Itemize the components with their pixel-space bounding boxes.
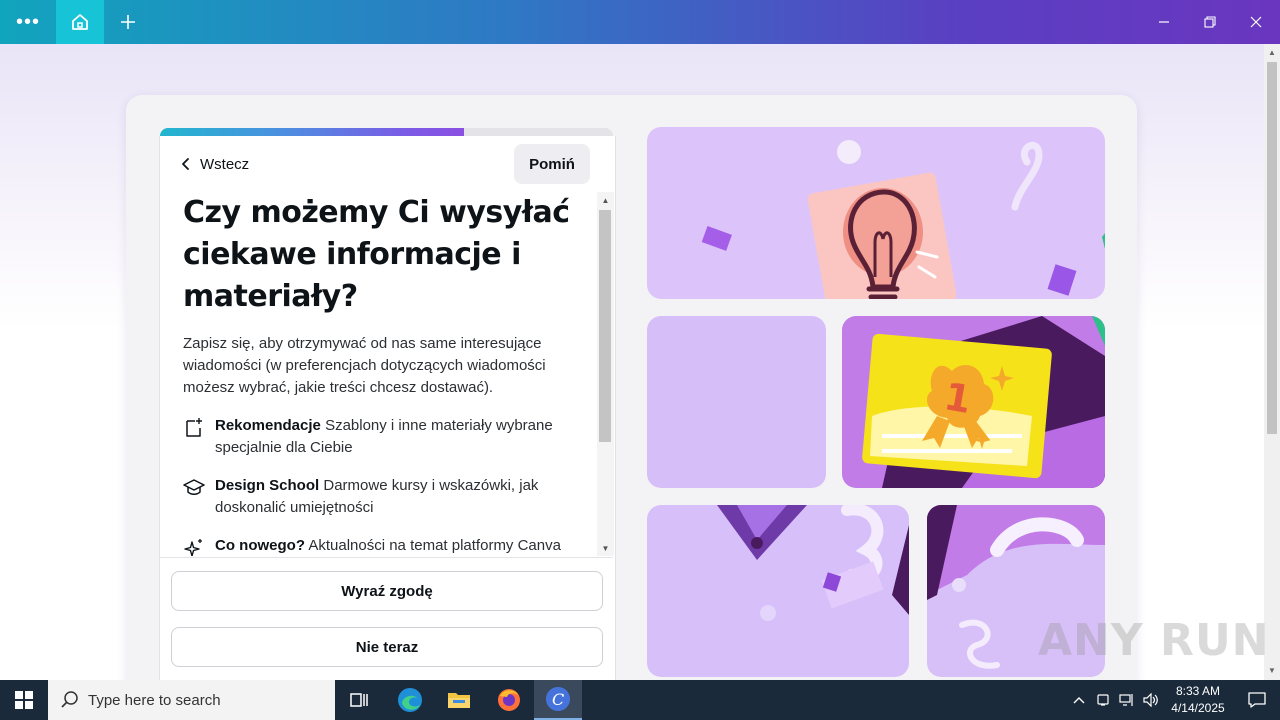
agree-button[interactable]: Wyraź zgodę [171, 571, 603, 611]
windows-logo-icon [15, 691, 33, 709]
taskbar-clock[interactable]: 8:33 AM 4/14/2025 [1162, 683, 1234, 717]
description-text: Zapisz się, aby otrzymywać od nas same i… [183, 335, 546, 396]
home-tab[interactable] [56, 0, 104, 44]
benefit-text: Aktualności na temat platformy Canva [308, 537, 561, 554]
firefox-taskbar-button[interactable] [485, 680, 533, 720]
minimize-icon [1159, 21, 1169, 23]
close-button[interactable] [1238, 0, 1274, 44]
page-scrollbar[interactable]: ▲ ▼ [1264, 44, 1280, 680]
firefox-icon [498, 689, 520, 711]
file-explorer-icon [448, 693, 470, 708]
lightbulb-illustration [701, 140, 1105, 299]
minimize-button[interactable] [1146, 0, 1182, 44]
benefit-title: Co nowego? [215, 537, 305, 554]
search-placeholder: Type here to search [88, 691, 221, 709]
task-view-button[interactable] [336, 680, 384, 720]
divider [160, 557, 613, 558]
file-explorer-taskbar-button[interactable] [435, 680, 483, 720]
scroll-thumb[interactable] [1267, 62, 1277, 434]
back-label: Wstecz [200, 155, 250, 173]
certificate-illustration: 1 [862, 316, 1105, 488]
notification-icon [1248, 692, 1266, 708]
restore-icon [1204, 16, 1216, 28]
content-scroll-up[interactable]: ▲ [597, 195, 614, 207]
benefit-title: Design School [215, 477, 320, 494]
chevron-left-icon [182, 158, 189, 170]
scroll-up-arrow[interactable]: ▲ [1264, 46, 1280, 60]
content-scroll-down[interactable]: ▼ [597, 543, 614, 555]
clock-time: 8:33 AM [1175, 684, 1221, 698]
close-icon [1250, 16, 1262, 28]
new-tab-button[interactable] [110, 0, 146, 44]
back-button[interactable]: Wstecz [180, 150, 249, 178]
network-icon[interactable] [1116, 680, 1138, 720]
clock-date: 4/14/2025 [1171, 701, 1225, 715]
progress-fill [160, 128, 464, 136]
volume-icon[interactable] [1140, 680, 1162, 720]
graduation-cap-icon [183, 479, 205, 495]
search-icon [61, 691, 78, 708]
anyrun-watermark: ANY RUN [1038, 614, 1270, 666]
illustration-lightbulb-tile [647, 127, 1105, 299]
not-now-button[interactable]: Nie teraz [171, 627, 603, 667]
illustration-certificate-tile: 1 [842, 316, 1105, 488]
plus-icon [121, 15, 135, 29]
diamond-illustration [717, 505, 909, 621]
document-sparkle-icon [186, 418, 202, 437]
tray-chevron-up-icon[interactable] [1068, 680, 1090, 720]
benefit-title: Rekomendacje [215, 417, 321, 434]
task-view-icon [350, 693, 368, 707]
edge-icon [398, 688, 422, 712]
skip-button[interactable]: Pomiń [514, 144, 590, 184]
onboarding-content: Czy możemy Ci wysyłać ciekawe informacje… [160, 192, 597, 556]
page-title: Czy możemy Ci wysyłać ciekawe informacje… [183, 195, 570, 314]
illustration-diamond-tile [647, 505, 909, 677]
content-scroll-thumb[interactable] [599, 210, 611, 442]
app-title-bar: ••• [0, 0, 1280, 44]
restore-button[interactable] [1192, 0, 1228, 44]
tray-device-icon[interactable] [1092, 680, 1114, 720]
progress-bar [160, 128, 613, 136]
edge-taskbar-button[interactable] [386, 680, 434, 720]
canva-taskbar-button[interactable]: C [534, 680, 582, 720]
home-icon [72, 14, 88, 30]
start-button[interactable] [0, 680, 48, 720]
windows-taskbar: Type here to search C 8:33 AM 4/14/2025 [0, 680, 1280, 720]
taskbar-search[interactable]: Type here to search [48, 680, 335, 720]
illustration-blank-tile [647, 316, 826, 488]
content-scrollbar[interactable]: ▲ ▼ [597, 192, 614, 556]
notification-button[interactable] [1234, 680, 1280, 720]
sparkles-icon [184, 539, 202, 556]
canva-icon: C [546, 687, 570, 711]
svg-text:C: C [552, 690, 564, 709]
more-dots-icon[interactable]: ••• [8, 0, 48, 44]
